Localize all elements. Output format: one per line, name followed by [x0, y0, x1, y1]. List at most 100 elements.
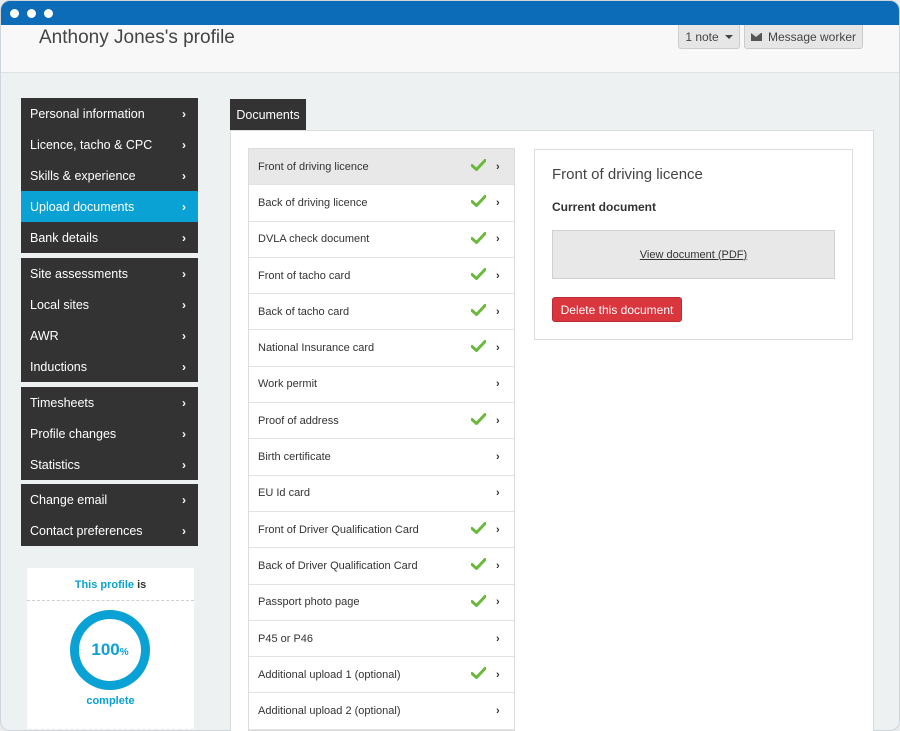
- check-icon: [471, 267, 486, 280]
- chevron-right-icon: ›: [496, 451, 500, 464]
- sidebar-item-label: Change email: [30, 492, 108, 507]
- message-worker-button[interactable]: Message worker: [744, 25, 863, 49]
- detail-title: Front of driving licence: [552, 166, 703, 183]
- document-row[interactable]: Back of Driver Qualification Card ›: [249, 548, 514, 585]
- sidebar-item-label: Licence, tacho & CPC: [30, 137, 153, 152]
- sidebar-item-statistics[interactable]: Statistics ›: [21, 449, 198, 480]
- document-row[interactable]: Work permit ›: [249, 367, 514, 404]
- document-label: DVLA check document: [258, 233, 370, 246]
- check-icon: [471, 667, 486, 680]
- chevron-right-icon: ›: [496, 414, 500, 427]
- completion-heading-prefix: This profile: [74, 579, 135, 591]
- document-label: Additional upload 2 (optional): [258, 705, 401, 718]
- completion-percent-unit: %: [119, 647, 129, 658]
- sidebar-item-licence-tacho-cpc[interactable]: Licence, tacho & CPC ›: [21, 129, 198, 160]
- window-dot-icon: [44, 9, 53, 18]
- document-row[interactable]: Front of driving licence ›: [249, 149, 514, 186]
- chevron-right-icon: ›: [182, 359, 186, 374]
- caret-down-icon: [724, 34, 733, 39]
- sidebar-group: Timesheets › Profile changes › Statistics ›: [21, 387, 198, 480]
- document-label: Front of driving licence: [258, 160, 369, 173]
- document-label: EU Id card: [258, 487, 310, 500]
- sidebar-item-label: Bank details: [30, 230, 99, 245]
- sidebar-item-label: Personal information: [30, 106, 145, 121]
- sidebar-group: Site assessments › Local sites › AWR › Inducti…: [21, 258, 198, 382]
- sidebar-item-label: Statistics: [30, 457, 81, 472]
- sidebar-item-label: AWR: [30, 328, 59, 343]
- document-row[interactable]: Back of driving licence ›: [249, 185, 514, 222]
- sidebar-item-local-sites[interactable]: Local sites ›: [21, 289, 198, 320]
- completion-heading: This profile is: [27, 568, 194, 591]
- zigzag-edge: [27, 723, 194, 729]
- chevron-right-icon: ›: [496, 378, 500, 391]
- sidebar-item-bank-details[interactable]: Bank details ›: [21, 222, 198, 253]
- sidebar-item-upload-documents[interactable]: Upload documents ›: [21, 191, 198, 222]
- document-row[interactable]: Additional upload 1 (optional) ›: [249, 657, 514, 694]
- document-row[interactable]: DVLA check document ›: [249, 222, 514, 258]
- document-label: Back of tacho card: [258, 305, 350, 318]
- document-row[interactable]: Front of Driver Qualification Card ›: [249, 512, 514, 549]
- chevron-right-icon: ›: [182, 492, 186, 507]
- document-row[interactable]: Birth certificate ›: [249, 439, 514, 476]
- sidebar-item-label: Site assessments: [30, 266, 128, 281]
- document-row[interactable]: EU Id card ›: [249, 476, 514, 512]
- delete-document-button[interactable]: Delete this document: [552, 297, 682, 322]
- document-list: Front of driving licence › Back of driving…: [248, 148, 515, 731]
- document-row[interactable]: P45 or P46 ›: [249, 621, 514, 658]
- document-row[interactable]: Back of tacho card ›: [249, 294, 514, 331]
- document-label: Back of driving licence: [258, 196, 368, 209]
- chevron-right-icon: ›: [182, 199, 186, 214]
- notes-dropdown-button[interactable]: 1 note: [678, 25, 740, 49]
- view-document-link[interactable]: View document (PDF): [640, 249, 747, 261]
- sidebar-item-label: Timesheets: [30, 395, 95, 410]
- sidebar-item-label: Skills & experience: [30, 168, 136, 183]
- envelope-icon: [750, 32, 762, 41]
- tab-documents[interactable]: Documents: [230, 99, 306, 130]
- check-icon: [471, 159, 486, 171]
- completion-percent: 100%: [91, 640, 128, 660]
- document-row[interactable]: Additional upload 2 (optional) ›: [249, 693, 514, 730]
- sidebar-item-label: Upload documents: [30, 199, 135, 214]
- check-icon: [471, 594, 486, 607]
- sidebar-group: Change email › Contact preferences ›: [21, 484, 198, 546]
- sidebar-item-change-email[interactable]: Change email ›: [21, 484, 198, 515]
- chevron-right-icon: ›: [496, 160, 500, 173]
- dashed-divider: [27, 600, 194, 601]
- chevron-right-icon: ›: [496, 487, 500, 500]
- document-label: P45 or P46: [258, 632, 314, 645]
- document-label: Proof of address: [258, 414, 339, 427]
- completion-ring: 100%: [70, 610, 150, 690]
- detail-subtitle: Current document: [552, 200, 657, 214]
- document-label: Additional upload 1 (optional): [258, 668, 401, 681]
- document-row[interactable]: National Insurance card ›: [249, 330, 514, 367]
- sidebar-item-label: Local sites: [30, 297, 90, 312]
- sidebar-item-inductions[interactable]: Inductions ›: [21, 351, 198, 382]
- document-row[interactable]: Front of tacho card ›: [249, 258, 514, 295]
- check-icon: [471, 558, 486, 571]
- check-icon: [471, 195, 486, 208]
- chevron-right-icon: ›: [182, 137, 186, 152]
- document-label: Birth certificate: [258, 451, 331, 464]
- chevron-right-icon: ›: [182, 297, 186, 312]
- chevron-right-icon: ›: [496, 705, 500, 718]
- sidebar-item-site-assessments[interactable]: Site assessments ›: [21, 258, 198, 289]
- document-label: Passport photo page: [258, 596, 360, 609]
- sidebar-item-awr[interactable]: AWR ›: [21, 320, 198, 351]
- document-row[interactable]: Proof of address ›: [249, 403, 514, 440]
- sidebar-item-profile-changes[interactable]: Profile changes ›: [21, 418, 198, 449]
- window-dot-icon: [10, 9, 19, 18]
- chevron-right-icon: ›: [182, 106, 186, 121]
- chevron-right-icon: ›: [496, 233, 500, 246]
- document-label: Front of tacho card: [258, 269, 351, 282]
- sidebar-item-timesheets[interactable]: Timesheets ›: [21, 387, 198, 418]
- sidebar-item-contact-preferences[interactable]: Contact preferences ›: [21, 515, 198, 546]
- page-header: Anthony Jones's profile 1 note Message w…: [1, 25, 899, 73]
- sidebar-item-skills-experience[interactable]: Skills & experience ›: [21, 160, 198, 191]
- sidebar-item-personal-information[interactable]: Personal information ›: [21, 98, 198, 129]
- document-label: Work permit: [258, 378, 318, 391]
- check-icon: [471, 304, 486, 317]
- document-row[interactable]: Passport photo page ›: [249, 585, 514, 621]
- document-label: Front of Driver Qualification Card: [258, 523, 419, 536]
- chevron-right-icon: ›: [496, 596, 500, 609]
- chevron-right-icon: ›: [182, 230, 186, 245]
